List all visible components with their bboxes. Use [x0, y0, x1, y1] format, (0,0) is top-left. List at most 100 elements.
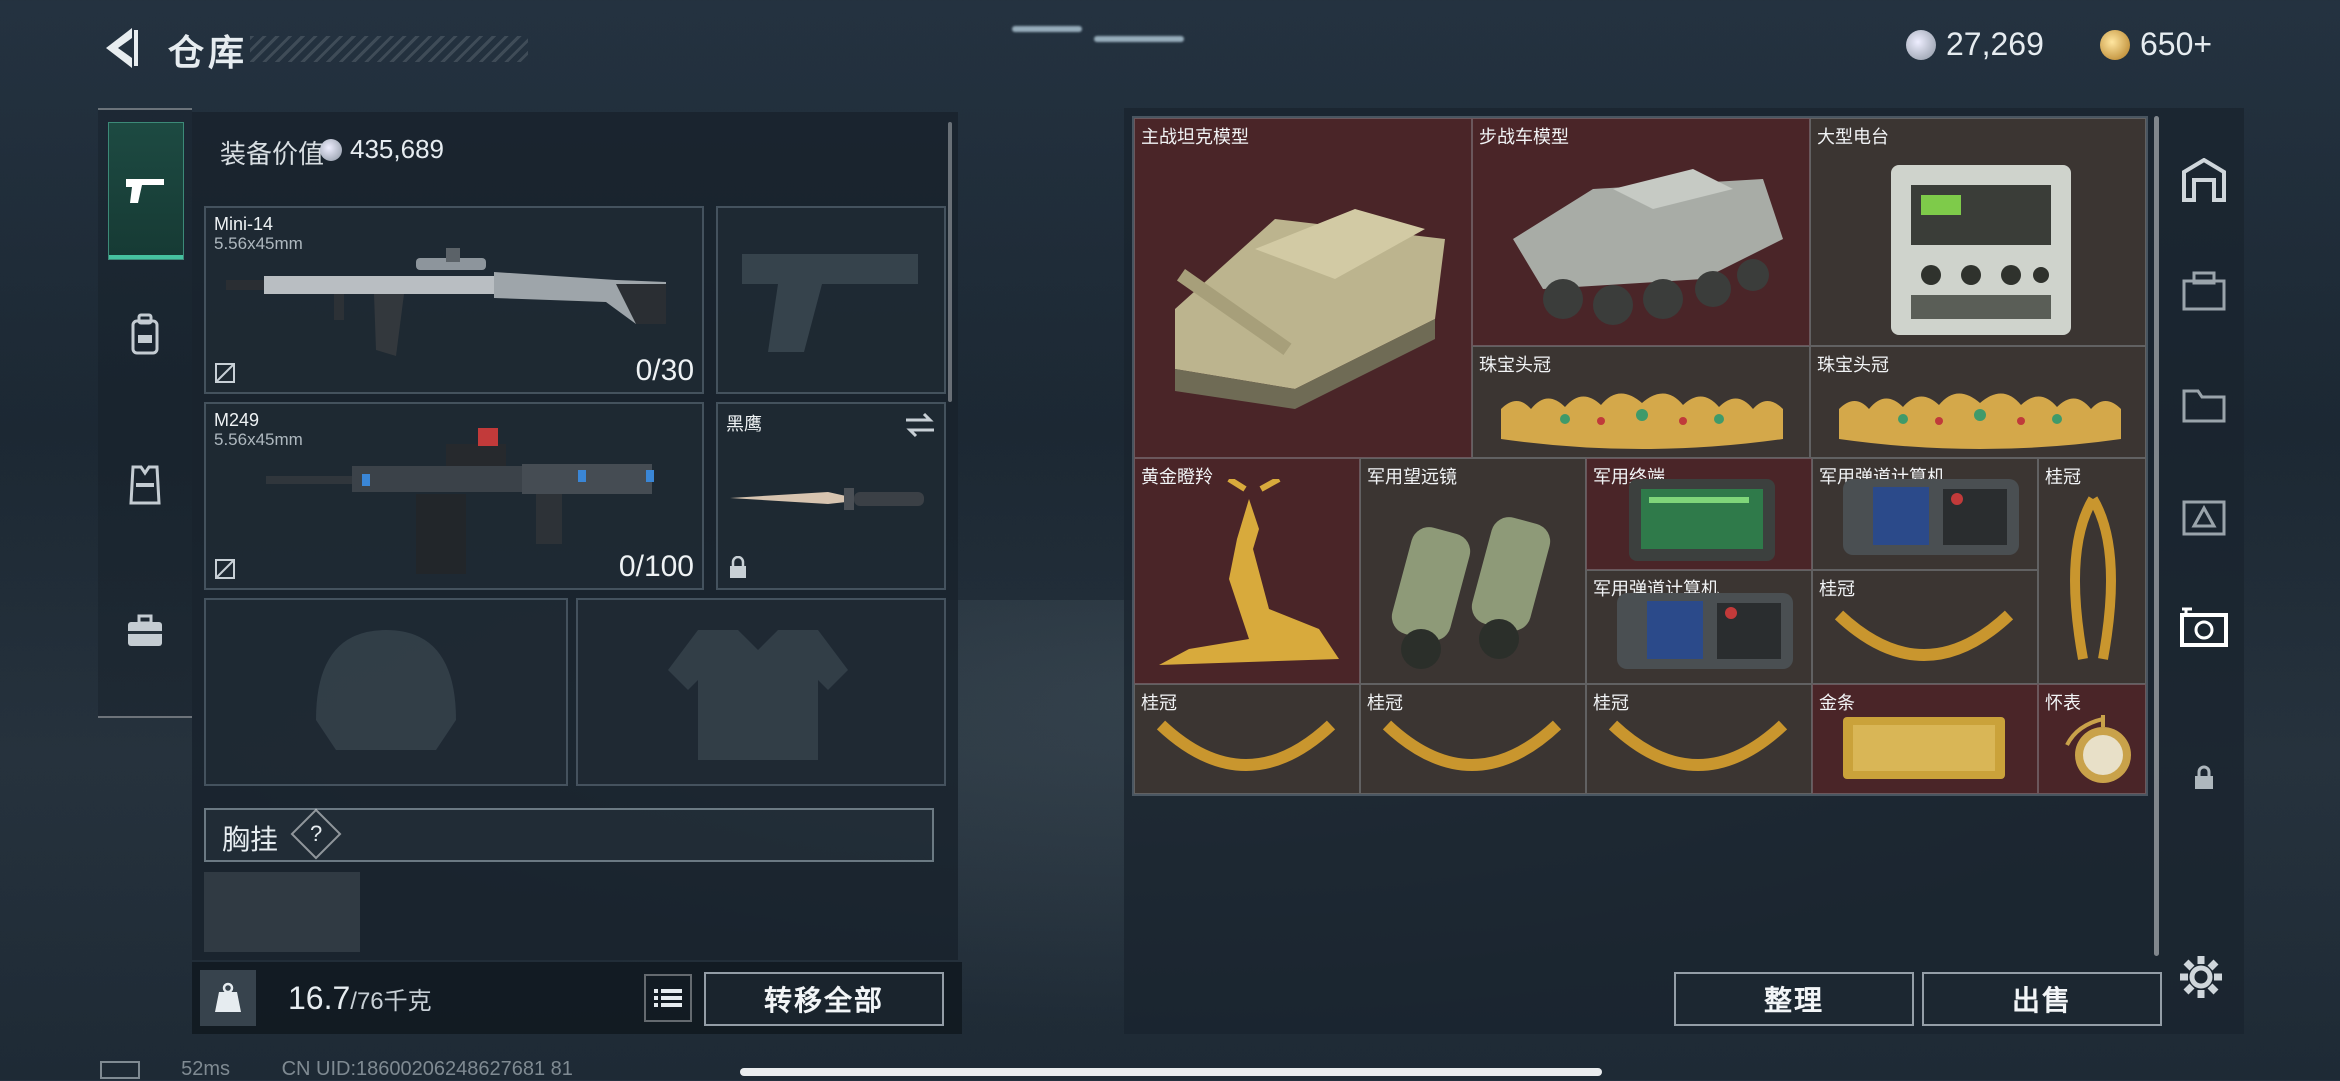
folder-icon — [2182, 389, 2226, 423]
item-label: 步战车模型 — [1479, 127, 1569, 147]
melee-slot[interactable]: 黑鹰 — [716, 402, 946, 590]
gold-bar-image — [1843, 717, 2005, 779]
warning-case-icon — [2182, 500, 2226, 536]
transfer-all-button[interactable]: 转移全部 — [704, 972, 944, 1026]
uid-text: CN UID:18600206248627681 81 — [281, 1058, 573, 1080]
currency-secondary-value: 650+ — [2140, 26, 2213, 62]
primary-weapon-slot-1[interactable]: Mini-14 5.56x45mm 0/30 — [204, 206, 704, 394]
sell-button[interactable]: 出售 — [1922, 972, 2162, 1026]
ammo-count: 0/30 — [635, 354, 694, 387]
binoculars-image — [1391, 517, 1551, 669]
helmet-placeholder-icon — [316, 630, 456, 750]
inventory-bottom-bar: 16.7/76千克 转移全部 — [192, 962, 962, 1034]
ifv-model-image — [1513, 169, 1783, 325]
laurel-image — [1608, 720, 1788, 771]
crown-image — [1839, 393, 2121, 449]
battery-icon — [100, 1060, 140, 1079]
weight-max: /76千克 — [350, 988, 432, 1015]
no-attachment-icon — [215, 559, 235, 579]
item-label: 主战坦克模型 — [1141, 127, 1249, 147]
chest-rig-slot[interactable] — [204, 872, 360, 952]
chest-rig-header[interactable]: 胸挂 ? — [204, 808, 934, 862]
currency-primary-value: 27,269 — [1946, 26, 2044, 62]
item-radio[interactable]: 大型电台 — [1810, 118, 2146, 346]
back-icon[interactable] — [100, 24, 140, 72]
equipment-value: 435,689 — [320, 134, 444, 165]
equipment-value-amount: 435,689 — [350, 134, 444, 164]
pistol-slot[interactable] — [716, 206, 946, 394]
left-category-nav — [98, 108, 192, 718]
briefcase-icon — [128, 614, 162, 646]
item-golden-gazelle[interactable]: 黄金瞪羚 — [1134, 458, 1360, 684]
storage-tab-5-active[interactable] — [2178, 602, 2230, 654]
item-binoculars[interactable]: 军用望远镜 — [1360, 458, 1586, 684]
laurel-image — [2070, 496, 2116, 660]
armor-slot[interactable] — [576, 598, 946, 786]
gazelle-image — [1159, 479, 1339, 665]
carry-weight: 16.7/76千克 — [288, 980, 432, 1017]
storage-grid: 主战坦克模型 步战车模型 大型电台 珠宝头冠 珠宝头冠 黄金瞪羚 军用望远镜 军… — [1132, 116, 2148, 796]
crown-image — [1501, 393, 1783, 449]
gold-coin-icon — [2100, 29, 2130, 60]
backpack-icon — [131, 313, 159, 355]
item-laurel-crown[interactable]: 桂冠 — [1812, 570, 2038, 684]
ballistic-computer-image — [1617, 593, 1793, 669]
warehouse-icon — [2182, 158, 2226, 202]
storage-tab-2[interactable] — [2178, 266, 2230, 318]
pocket-watch-image — [2065, 715, 2131, 783]
settings-gear-icon[interactable] — [2176, 952, 2226, 1002]
item-pocket-watch[interactable]: 怀表 — [2038, 684, 2146, 794]
nav-case[interactable] — [108, 594, 182, 668]
radio-image — [1891, 165, 2071, 335]
sort-button[interactable]: 整理 — [1674, 972, 1914, 1026]
nav-vest[interactable] — [108, 448, 182, 522]
storage-tab-3[interactable] — [2178, 378, 2230, 430]
item-tank-model[interactable]: 主战坦克模型 — [1134, 118, 1472, 458]
machine-gun-image — [266, 428, 654, 574]
item-ballistic-computer[interactable]: 军用弹道计算机 — [1586, 570, 1812, 684]
currency-primary: 27,269 — [1906, 26, 2044, 63]
item-laurel-crown[interactable]: 桂冠 — [1134, 684, 1360, 794]
equipment-panel: 装备价值 435,689 Mini-14 5.56x45mm 0/30 M249… — [192, 112, 958, 960]
item-ifv-model[interactable]: 步战车模型 — [1472, 118, 1810, 346]
weight-icon — [215, 982, 241, 1012]
weight-current: 16.7 — [288, 980, 351, 1016]
list-view-button[interactable] — [644, 974, 692, 1022]
storage-tab-1[interactable] — [2178, 154, 2230, 206]
chest-rig-label: 胸挂 — [222, 824, 279, 855]
item-jewel-crown[interactable]: 珠宝头冠 — [1810, 346, 2146, 458]
currency-secondary[interactable]: 650+ — [2100, 26, 2212, 63]
item-jewel-crown[interactable]: 珠宝头冠 — [1472, 346, 1810, 458]
item-label: 金条 — [1819, 693, 1855, 713]
nav-backpack[interactable] — [108, 298, 182, 372]
primary-weapon-slot-2[interactable]: M249 5.56x45mm 0/100 — [204, 402, 704, 590]
lock-icon — [730, 556, 746, 578]
ceiling-light — [1094, 36, 1184, 42]
item-laurel-crown[interactable]: 桂冠 — [1360, 684, 1586, 794]
item-laurel-crown[interactable]: 桂冠 — [1586, 684, 1812, 794]
storage-box-icon — [2182, 271, 2226, 311]
nav-weapons[interactable] — [108, 122, 184, 260]
home-indicator[interactable] — [740, 1068, 1602, 1076]
rifle-image — [226, 248, 666, 356]
item-laurel-crown[interactable]: 桂冠 — [2038, 458, 2146, 684]
storage-tab-locked — [2178, 752, 2230, 804]
item-gold-bar[interactable]: 金条 — [1812, 684, 2038, 794]
tank-model-image — [1175, 209, 1445, 409]
storage-scrollbar[interactable] — [2154, 116, 2159, 956]
status-bar: 52ms CN UID:18600206248627681 81 — [100, 1058, 573, 1081]
storage-tab-4[interactable] — [2178, 490, 2230, 542]
lock-icon — [2195, 765, 2213, 789]
list-icon — [654, 989, 682, 1007]
ping-text: 52ms — [181, 1058, 231, 1080]
knife-image — [730, 488, 924, 510]
coin-icon — [1906, 29, 1936, 60]
helmet-slot[interactable] — [204, 598, 568, 786]
weapon-name: M249 — [214, 410, 260, 430]
weight-lock-button[interactable] — [200, 970, 256, 1026]
help-icon[interactable]: ? — [290, 808, 342, 860]
item-military-terminal[interactable]: 军用终端 — [1586, 458, 1812, 570]
right-storage-tabs — [2168, 116, 2238, 816]
equipment-scrollbar[interactable] — [948, 122, 952, 402]
item-ballistic-computer[interactable]: 军用弹道计算机 — [1812, 458, 2038, 570]
